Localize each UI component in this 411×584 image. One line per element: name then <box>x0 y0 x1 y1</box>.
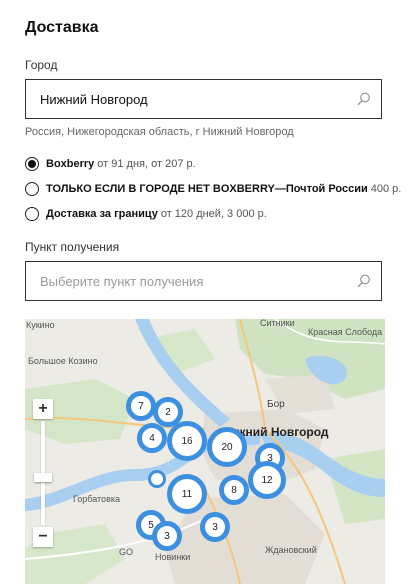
delivery-option-boxberry[interactable]: Boxberry от 91 дня, от 207 р. <box>25 155 196 173</box>
pickup-map[interactable]: Кукино Ситники Красная Слобода Большое К… <box>25 319 385 584</box>
map-cluster[interactable]: 4 <box>137 423 167 453</box>
map-label-zhdanovsky: Ждановский <box>265 545 317 555</box>
map-cluster[interactable]: 12 <box>248 461 286 499</box>
delivery-option-russian-post[interactable]: ТОЛЬКО ЕСЛИ В ГОРОДЕ НЕТ BOXBERRY—Почтой… <box>25 180 401 198</box>
map-label-kukino: Кукино <box>26 320 55 330</box>
map-label-bor: Бор <box>267 399 285 410</box>
map-label-go: GO <box>119 547 134 557</box>
pickup-field[interactable] <box>25 261 382 301</box>
map-cluster[interactable]: 7 <box>126 391 156 421</box>
map-cluster[interactable]: 20 <box>207 427 247 467</box>
search-icon[interactable] <box>357 92 371 106</box>
pickup-input[interactable] <box>40 273 340 289</box>
option-name: ТОЛЬКО ЕСЛИ В ГОРОДЕ НЕТ BOXBERRY—Почтой… <box>46 183 368 195</box>
radio-button[interactable] <box>25 182 39 196</box>
zoom-out-button[interactable]: − <box>33 527 53 547</box>
option-detail: 400 р. <box>370 183 402 195</box>
option-name: Boxberry <box>46 158 95 170</box>
map-cluster[interactable]: 8 <box>219 475 249 505</box>
delivery-option-abroad[interactable]: Доставка за границу от 120 дней, 3 000 р… <box>25 205 267 223</box>
zoom-slider-handle[interactable] <box>34 473 52 482</box>
zoom-in-button[interactable]: + <box>33 399 53 419</box>
map-label-krasnaya-sloboda: Красная Слобода <box>308 327 383 337</box>
map-label-sitniki: Ситники <box>260 319 295 328</box>
city-hint: Россия, Нижегородская область, г Нижний … <box>25 126 294 138</box>
map-label-gorbatovka: Горбатовка <box>73 494 120 504</box>
map-label-novinki: Новинки <box>155 552 191 562</box>
option-detail: от 120 дней, 3 000 р. <box>160 208 267 220</box>
radio-button[interactable] <box>25 207 39 221</box>
city-input[interactable] <box>40 91 340 107</box>
pickup-label: Пункт получения <box>25 240 120 254</box>
map-label-bolshoe-kozino: Большое Козино <box>28 356 98 366</box>
city-label: Город <box>25 58 58 72</box>
search-icon[interactable] <box>357 274 371 288</box>
option-name: Доставка за границу <box>46 208 158 220</box>
option-detail: от 91 дня, от 207 р. <box>97 158 196 170</box>
map-cluster[interactable]: 16 <box>167 421 207 461</box>
map-cluster-single[interactable] <box>148 470 166 488</box>
city-field[interactable] <box>25 79 382 119</box>
radio-button[interactable] <box>25 157 39 171</box>
map-cluster[interactable]: 11 <box>167 474 207 514</box>
map-zoom-control[interactable]: + − <box>33 399 53 547</box>
radio-selected-dot <box>28 160 36 168</box>
map-cluster[interactable]: 3 <box>200 512 230 542</box>
map-cluster[interactable]: 3 <box>152 521 182 551</box>
page-title: Доставка <box>25 19 99 36</box>
